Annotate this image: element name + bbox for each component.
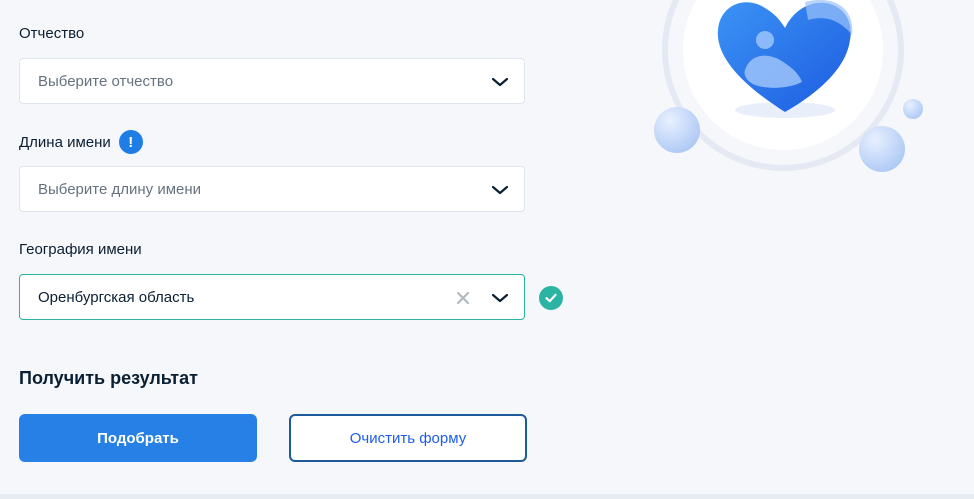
check-circle-icon bbox=[539, 286, 563, 310]
chevron-down-icon[interactable] bbox=[490, 288, 510, 308]
name-geography-value: Оренбургская область bbox=[38, 288, 195, 306]
clear-form-button[interactable]: Очистить форму bbox=[289, 414, 527, 462]
name-length-placeholder: Выберите длину имени bbox=[38, 180, 202, 198]
name-length-label: Длина имени ! bbox=[19, 130, 143, 154]
chevron-down-icon[interactable] bbox=[490, 72, 510, 92]
name-geography-select[interactable]: Оренбургская область bbox=[19, 274, 525, 320]
check-icon bbox=[545, 293, 557, 303]
info-icon[interactable]: ! bbox=[118, 130, 143, 154]
result-section-title: Получить результат bbox=[19, 368, 198, 388]
patronymic-placeholder: Выберите отчество bbox=[38, 72, 174, 90]
name-geography-label: География имени bbox=[19, 241, 142, 258]
mother-child-heart-illustration bbox=[654, 0, 923, 172]
patronymic-select[interactable]: Выберите отчество bbox=[19, 58, 525, 104]
close-icon[interactable] bbox=[454, 289, 472, 307]
patronymic-label-text: Отчество bbox=[19, 25, 85, 42]
chevron-down-icon[interactable] bbox=[490, 180, 510, 200]
submit-button[interactable]: Подобрать bbox=[19, 414, 257, 462]
name-length-select[interactable]: Выберите длину имени bbox=[19, 166, 525, 212]
name-length-label-text: Длина имени bbox=[19, 133, 111, 151]
bottom-divider bbox=[0, 494, 974, 499]
patronymic-label: Отчество bbox=[19, 25, 84, 42]
name-geography-label-text: География имени bbox=[19, 241, 142, 258]
